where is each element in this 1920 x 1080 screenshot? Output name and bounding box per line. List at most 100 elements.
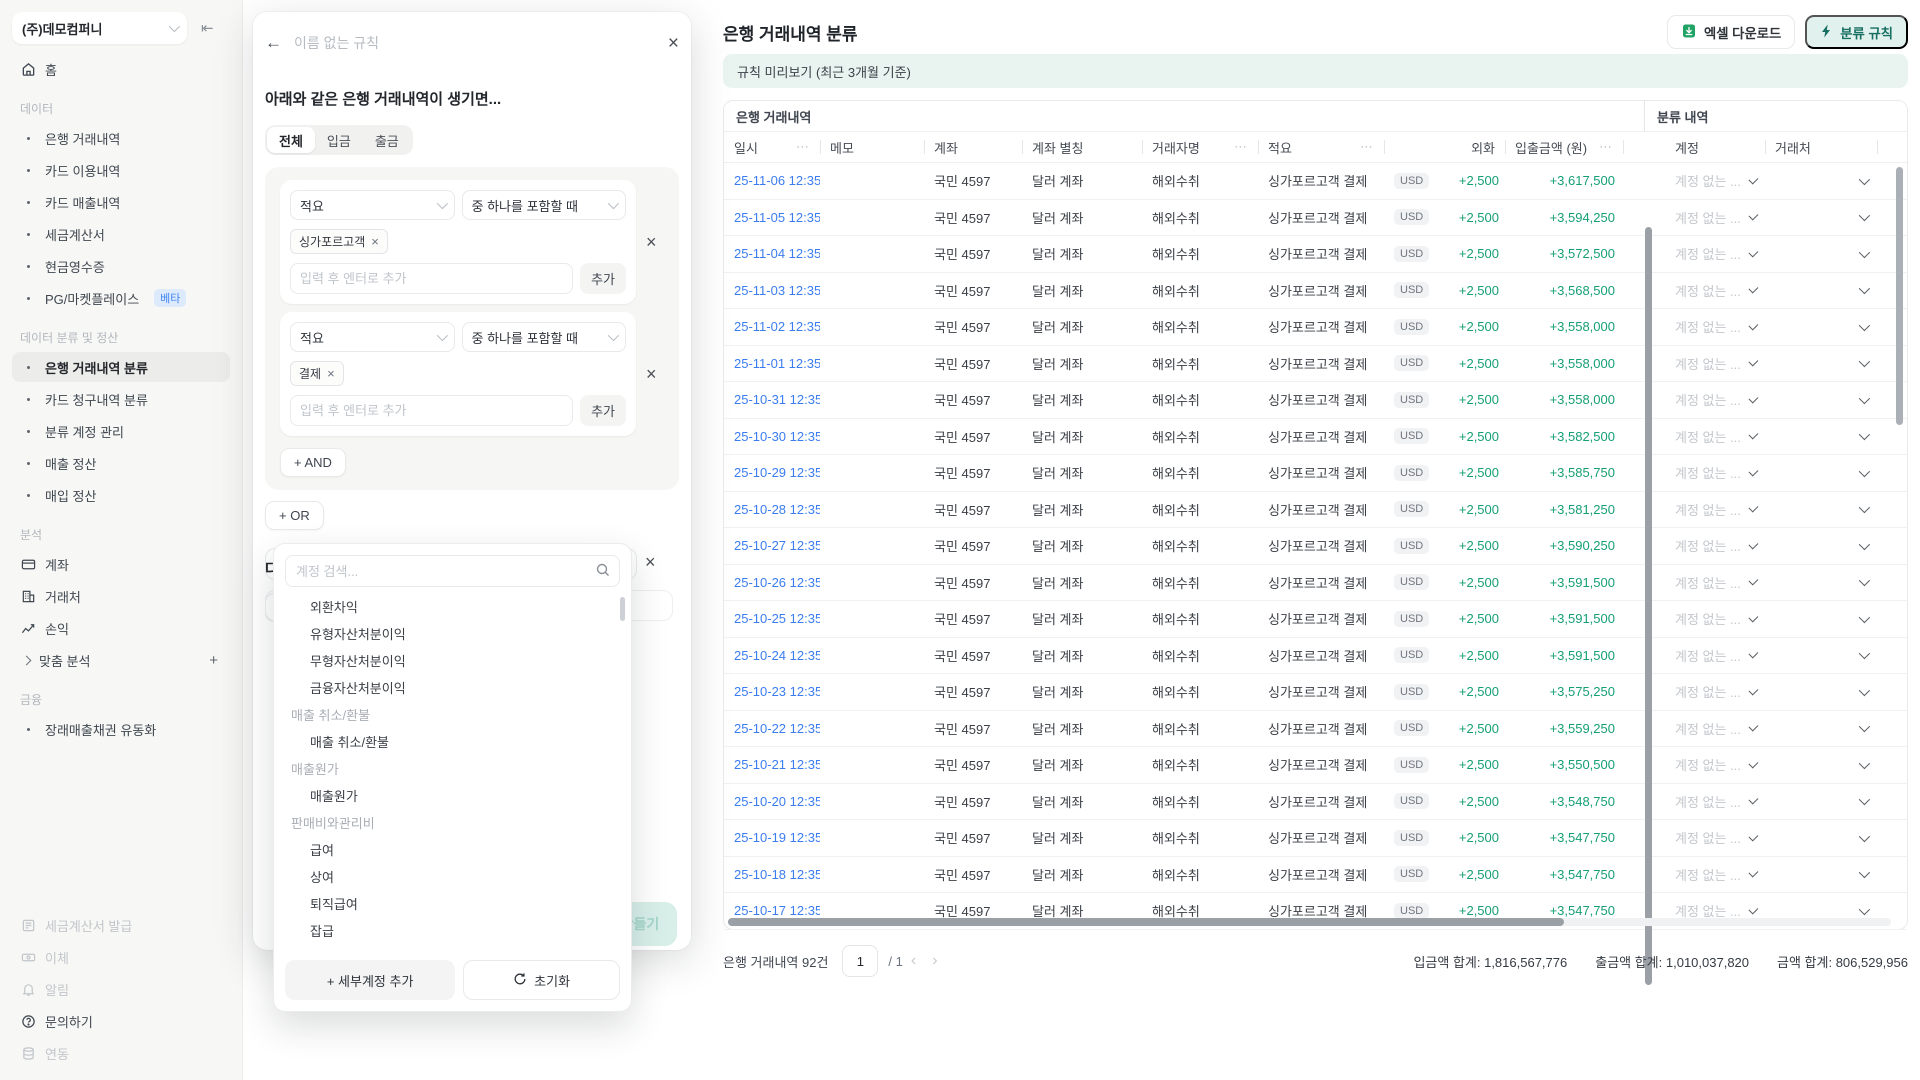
- company-selector[interactable]: (주)데모컴퍼니: [12, 12, 187, 44]
- vendor-select-cell[interactable]: [1765, 309, 1877, 345]
- operator-select[interactable]: 중 하나를 포함할 때: [462, 190, 627, 220]
- horizontal-scrollbar-track[interactable]: [728, 918, 1891, 926]
- dropdown-scrollbar-thumb[interactable]: [620, 597, 625, 621]
- sidebar-collapse-icon[interactable]: ⇤: [195, 17, 220, 39]
- account-option[interactable]: 퇴직급여: [274, 890, 631, 917]
- account-select-cell[interactable]: 계정 없는 ...: [1665, 674, 1765, 710]
- remove-condition-icon[interactable]: ×: [646, 232, 657, 253]
- vendor-select-cell[interactable]: [1765, 382, 1877, 418]
- sidebar-item-card-sales[interactable]: 카드 매출내역: [12, 187, 230, 217]
- account-option[interactable]: 매출원가: [274, 782, 631, 809]
- horizontal-scrollbar-thumb[interactable]: [728, 918, 1564, 926]
- keyword-input[interactable]: [290, 395, 573, 426]
- sidebar-item-sales-settlement[interactable]: 매출 정산: [12, 448, 230, 478]
- cell-date[interactable]: 25-11-04 12:35: [724, 236, 820, 272]
- vendor-select-cell[interactable]: [1765, 455, 1877, 491]
- account-select-cell[interactable]: 계정 없는 ...: [1665, 346, 1765, 382]
- account-option[interactable]: 매출 취소/환불: [274, 728, 631, 755]
- cell-date[interactable]: 25-10-30 12:35: [724, 419, 820, 455]
- account-option[interactable]: 외환차익: [274, 593, 631, 620]
- account-select-cell[interactable]: 계정 없는 ...: [1665, 747, 1765, 783]
- account-option[interactable]: 상여: [274, 863, 631, 890]
- sidebar-item-cash-receipt[interactable]: 현금영수증: [12, 251, 230, 281]
- sidebar-item-receivable-securitization[interactable]: 장래매출채권 유동화: [12, 714, 230, 744]
- account-select-cell[interactable]: 계정 없는 ...: [1665, 492, 1765, 528]
- account-search-input[interactable]: [285, 555, 620, 587]
- col-header-desc[interactable]: 적요⋯: [1258, 132, 1384, 162]
- field-select[interactable]: 적요: [290, 190, 455, 220]
- col-header-amount[interactable]: 입출금액 (원)⋯: [1505, 132, 1623, 162]
- cell-date[interactable]: 25-10-22 12:35: [724, 711, 820, 747]
- vendor-select-cell[interactable]: [1765, 711, 1877, 747]
- account-select-cell[interactable]: 계정 없는 ...: [1665, 784, 1765, 820]
- account-option[interactable]: 잡급: [274, 917, 631, 944]
- cell-date[interactable]: 25-10-24 12:35: [724, 638, 820, 674]
- col-header-account[interactable]: 계좌: [924, 132, 1022, 162]
- vendor-select-cell[interactable]: [1765, 857, 1877, 893]
- page-input[interactable]: 1: [842, 945, 878, 977]
- add-keyword-button[interactable]: 추가: [580, 395, 626, 426]
- cell-date[interactable]: 25-10-26 12:35: [724, 565, 820, 601]
- cell-date[interactable]: 25-11-02 12:35: [724, 309, 820, 345]
- vendor-select-cell[interactable]: [1765, 492, 1877, 528]
- remove-tag-icon[interactable]: ×: [371, 234, 379, 249]
- vendor-select-cell[interactable]: [1765, 528, 1877, 564]
- next-page-icon[interactable]: ›: [924, 952, 945, 970]
- account-select-cell[interactable]: 계정 없는 ...: [1665, 601, 1765, 637]
- add-and-button[interactable]: + AND: [280, 448, 346, 477]
- account-select-cell[interactable]: 계정 없는 ...: [1665, 820, 1765, 856]
- sidebar-item-tax-invoice-issue[interactable]: 세금계산서 발급: [12, 910, 230, 940]
- classification-rules-button[interactable]: 분류 규칙: [1805, 15, 1908, 49]
- account-select-cell[interactable]: 계정 없는 ...: [1665, 236, 1765, 272]
- col-header-vendor[interactable]: 거래처: [1765, 132, 1877, 162]
- sidebar-item-accounts[interactable]: 계좌: [12, 549, 230, 579]
- account-option[interactable]: 무형자산처분이익: [274, 647, 631, 674]
- add-or-button[interactable]: + OR: [265, 501, 324, 530]
- sidebar-item-contact[interactable]: 문의하기: [12, 1006, 230, 1036]
- reset-button[interactable]: 초기화: [463, 960, 620, 1000]
- cell-date[interactable]: 25-10-27 12:35: [724, 528, 820, 564]
- sidebar-item-tax-invoice[interactable]: 세금계산서: [12, 219, 230, 249]
- keyword-input[interactable]: [290, 263, 573, 294]
- account-select-cell[interactable]: 계정 없는 ...: [1665, 200, 1765, 236]
- vendor-select-cell[interactable]: [1765, 163, 1877, 199]
- account-select-cell[interactable]: 계정 없는 ...: [1665, 309, 1765, 345]
- sidebar-item-transfer[interactable]: 이체: [12, 942, 230, 972]
- remove-condition-icon[interactable]: ×: [646, 364, 657, 385]
- vendor-select-cell[interactable]: [1765, 638, 1877, 674]
- col-header-memo[interactable]: 메모: [820, 132, 924, 162]
- account-select-cell[interactable]: 계정 없는 ...: [1665, 163, 1765, 199]
- vendor-select-cell[interactable]: [1765, 674, 1877, 710]
- account-option[interactable]: 판매비와관리비: [274, 809, 631, 836]
- vendor-select-cell[interactable]: [1765, 820, 1877, 856]
- cell-date[interactable]: 25-10-25 12:35: [724, 601, 820, 637]
- cell-date[interactable]: 25-10-29 12:35: [724, 455, 820, 491]
- vendor-select-cell[interactable]: [1765, 419, 1877, 455]
- sidebar-item-vendors[interactable]: 거래처: [12, 581, 230, 611]
- col-header-acct-class[interactable]: 계정: [1665, 132, 1765, 162]
- cell-date[interactable]: 25-10-20 12:35: [724, 784, 820, 820]
- remove-tag-icon[interactable]: ×: [327, 366, 335, 381]
- sidebar-item-custom-analysis[interactable]: 맞춤 분석 +: [12, 645, 230, 675]
- account-select-cell[interactable]: 계정 없는 ...: [1665, 565, 1765, 601]
- rule-name[interactable]: 이름 없는 규칙: [294, 33, 379, 53]
- sidebar-item-bank-classification[interactable]: 은행 거래내역 분류: [12, 352, 230, 382]
- add-analysis-button[interactable]: +: [205, 652, 222, 669]
- col-header-alias[interactable]: 계좌 별칭: [1022, 132, 1142, 162]
- tab-withdrawal[interactable]: 출금: [363, 127, 411, 153]
- account-option[interactable]: 매출 취소/환불: [274, 701, 631, 728]
- remove-apply-icon[interactable]: ×: [645, 552, 656, 573]
- account-option[interactable]: 복리후생비: [274, 944, 631, 949]
- vendor-select-cell[interactable]: [1765, 747, 1877, 783]
- sidebar-item-account-management[interactable]: 분류 계정 관리: [12, 416, 230, 446]
- account-select-cell[interactable]: 계정 없는 ...: [1665, 857, 1765, 893]
- table-vertical-scrollbar[interactable]: [1896, 167, 1903, 425]
- cell-date[interactable]: 25-10-18 12:35: [724, 857, 820, 893]
- col-header-fx[interactable]: 외화: [1384, 132, 1505, 162]
- account-select-cell[interactable]: 계정 없는 ...: [1665, 638, 1765, 674]
- sidebar-item-profit-loss[interactable]: 손익: [12, 613, 230, 643]
- account-option[interactable]: 매출원가: [274, 755, 631, 782]
- account-option[interactable]: 급여: [274, 836, 631, 863]
- inner-vertical-scrollbar[interactable]: [1645, 227, 1652, 985]
- vendor-select-cell[interactable]: [1765, 346, 1877, 382]
